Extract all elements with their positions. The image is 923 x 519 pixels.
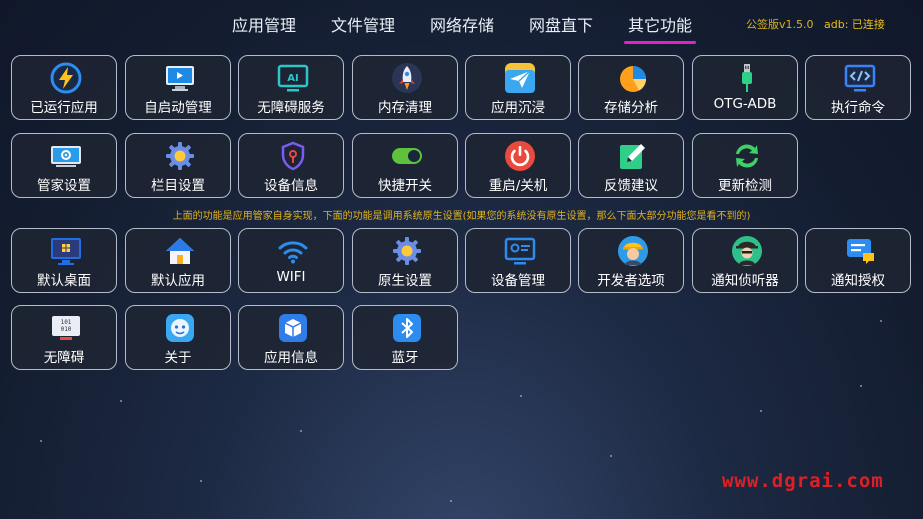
adb-status: adb: 已连接 (824, 18, 885, 31)
tab-cloud-download[interactable]: 网盘直下 (529, 12, 593, 36)
code-icon (844, 62, 876, 94)
power-icon (504, 140, 536, 172)
ai-screen-icon: AI (277, 62, 309, 94)
tab-network-storage[interactable]: 网络存储 (430, 12, 494, 36)
otg-adb-button[interactable]: OTG-ADB (692, 55, 798, 120)
accessibility-button[interactable]: 101 010 无障碍 (11, 305, 117, 370)
toggle-icon (391, 140, 423, 172)
storage-analysis-button[interactable]: 存储分析 (578, 55, 684, 120)
edit-icon (617, 140, 649, 172)
column-settings-button[interactable]: 栏目设置 (125, 133, 231, 198)
update-check-button[interactable]: 更新检测 (692, 133, 798, 198)
pie-chart-icon (617, 62, 649, 94)
storage-analysis-label: 存储分析 (604, 100, 658, 116)
svg-text:101: 101 (61, 319, 72, 326)
watermark: www.dgrai.com (722, 470, 884, 492)
desktop-icon (50, 235, 82, 267)
message-icon (844, 235, 876, 267)
running-apps-button[interactable]: 已运行应用 (11, 55, 117, 120)
device-manage-button[interactable]: 设备管理 (465, 228, 571, 293)
refresh-icon (731, 140, 763, 172)
notification-listener-label: 通知侦听器 (711, 273, 779, 289)
notification-auth-button[interactable]: 通知授权 (805, 228, 911, 293)
settings-screen-icon (50, 140, 82, 172)
device-manage-label: 设备管理 (491, 273, 545, 289)
about-label: 关于 (164, 350, 192, 366)
app-immersive-button[interactable]: 应用沉浸 (465, 55, 571, 120)
tab-file-manage[interactable]: 文件管理 (331, 12, 395, 36)
developer-options-button[interactable]: 开发者选项 (578, 228, 684, 293)
gear-icon (391, 235, 423, 267)
device-manage-icon (504, 235, 536, 267)
home-icon (164, 235, 196, 267)
quick-switch-button[interactable]: 快捷开关 (352, 133, 458, 198)
default-app-button[interactable]: 默认应用 (125, 228, 231, 293)
lightning-icon (50, 62, 82, 94)
feedback-label: 反馈建议 (604, 178, 658, 194)
memory-clean-label: 内存清理 (378, 100, 432, 116)
robot-face-icon (164, 312, 196, 344)
usb-icon (731, 62, 763, 94)
top-navigation: 应用管理 文件管理 网络存储 网盘直下 其它功能 公签版v1.5.0 adb: … (0, 0, 923, 44)
quick-switch-label: 快捷开关 (378, 178, 432, 194)
running-apps-label: 已运行应用 (30, 100, 98, 116)
version-label: 公签版v1.5.0 (746, 18, 814, 31)
notification-auth-label: 通知授权 (831, 273, 885, 289)
app-info-button[interactable]: 应用信息 (238, 305, 344, 370)
paper-plane-icon (504, 62, 536, 94)
wifi-icon (277, 235, 309, 267)
native-settings-label: 原生设置 (378, 273, 432, 289)
device-info-label: 设备信息 (264, 178, 318, 194)
monitor-play-icon (164, 62, 196, 94)
accessibility-service-label: 无障碍服务 (257, 100, 325, 116)
native-settings-notice: 上面的功能是应用管家自身实现，下面的功能是调用系统原生设置(如果您的系统没有原生… (172, 211, 751, 222)
feedback-button[interactable]: 反馈建议 (578, 133, 684, 198)
developer-icon (617, 235, 649, 267)
memory-clean-button[interactable]: 内存清理 (352, 55, 458, 120)
notification-listener-button[interactable]: 通知侦听器 (692, 228, 798, 293)
svg-text:AI: AI (287, 73, 298, 84)
spy-icon (731, 235, 763, 267)
otg-adb-label: OTG-ADB (713, 96, 777, 112)
developer-options-label: 开发者选项 (597, 273, 665, 289)
default-desktop-button[interactable]: 默认桌面 (11, 228, 117, 293)
package-icon (277, 312, 309, 344)
default-app-label: 默认应用 (151, 273, 205, 289)
manager-settings-button[interactable]: 管家设置 (11, 133, 117, 198)
column-settings-label: 栏目设置 (151, 178, 205, 194)
rocket-icon (391, 62, 423, 94)
app-immersive-label: 应用沉浸 (491, 100, 545, 116)
accessibility-label: 无障碍 (43, 350, 85, 366)
shield-key-icon (277, 140, 309, 172)
wifi-label: WIFI (276, 269, 306, 285)
device-info-button[interactable]: 设备信息 (238, 133, 344, 198)
wifi-button[interactable]: WIFI (238, 228, 344, 293)
app-info-label: 应用信息 (264, 350, 318, 366)
accessibility-service-button[interactable]: AI 无障碍服务 (238, 55, 344, 120)
about-button[interactable]: 关于 (125, 305, 231, 370)
execute-command-button[interactable]: 执行命令 (805, 55, 911, 120)
gear-icon (164, 140, 196, 172)
default-desktop-label: 默认桌面 (37, 273, 91, 289)
update-check-label: 更新检测 (718, 178, 772, 194)
autostart-manage-label: 自启动管理 (144, 100, 212, 116)
bluetooth-button[interactable]: 蓝牙 (352, 305, 458, 370)
svg-text:010: 010 (61, 326, 72, 333)
execute-command-label: 执行命令 (831, 100, 885, 116)
manager-settings-label: 管家设置 (37, 178, 91, 194)
binary-screen-icon: 101 010 (50, 312, 82, 344)
reboot-shutdown-button[interactable]: 重启/关机 (465, 133, 571, 198)
tab-app-manage[interactable]: 应用管理 (232, 12, 296, 36)
autostart-manage-button[interactable]: 自启动管理 (125, 55, 231, 120)
tab-other-functions[interactable]: 其它功能 (623, 12, 697, 44)
bluetooth-label: 蓝牙 (391, 350, 419, 366)
bluetooth-icon (391, 312, 423, 344)
native-settings-button[interactable]: 原生设置 (352, 228, 458, 293)
reboot-shutdown-label: 重启/关机 (488, 178, 548, 194)
